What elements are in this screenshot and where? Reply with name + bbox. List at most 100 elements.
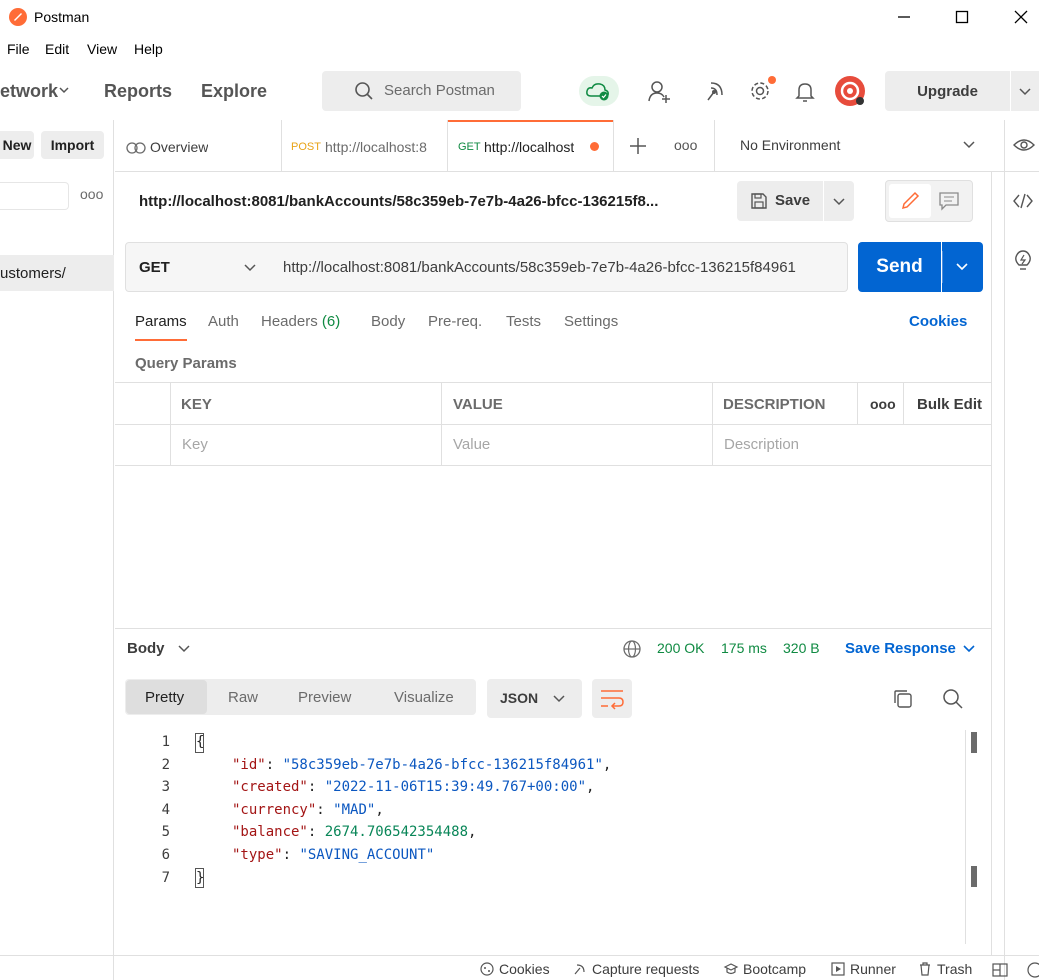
send-menu-button[interactable] [942,242,983,292]
tab-overview[interactable]: Overview [115,120,282,172]
tab-headers[interactable]: Headers (6) [261,313,340,330]
value-input[interactable]: Value [453,436,490,453]
statusbar-runner[interactable]: Runner [830,961,896,977]
tabs-more-icon[interactable]: ooo [674,137,697,153]
scrollbar[interactable] [965,730,966,944]
environment-select[interactable]: No Environment [740,137,840,153]
response-body-select[interactable]: Body [127,640,165,657]
description-input[interactable]: Description [724,436,799,453]
method-select[interactable]: GET [125,242,270,292]
maximize-icon[interactable] [951,6,973,28]
code-line: "created": "2022-11-06T15:39:49.767+00:0… [232,779,595,795]
comment-icon[interactable] [934,187,964,215]
menu-edit[interactable]: Edit [45,41,69,57]
divider [991,172,992,955]
code-icon[interactable] [1012,192,1034,210]
column-header-description: DESCRIPTION [723,396,826,413]
eye-icon[interactable] [1012,136,1036,154]
sidebar-filter-input[interactable] [0,182,69,210]
sidebar-item-label: ustomers/ [0,265,66,282]
json-key: "created" [232,779,308,795]
nav-network[interactable]: etwork [0,81,58,102]
scrollbar-thumb[interactable] [971,732,977,753]
menu-file[interactable]: File [7,41,30,57]
chevron-down-icon[interactable] [58,84,70,96]
chevron-down-icon[interactable] [177,642,191,656]
chevron-down-icon [243,261,257,275]
nav-reports[interactable]: Reports [104,81,172,102]
tab-prerequest[interactable]: Pre-req. [428,313,482,330]
tab-auth[interactable]: Auth [208,313,239,330]
response-status[interactable]: 200 OK [657,640,704,656]
save-icon [750,192,768,210]
sidebar-more-icon[interactable]: ooo [80,186,103,202]
wrap-lines-icon[interactable] [592,679,632,718]
bell-icon[interactable] [793,78,817,104]
import-button[interactable]: Import [41,131,104,159]
minimize-icon[interactable] [893,6,915,28]
lightbulb-icon[interactable] [1013,249,1033,273]
bulk-edit-button[interactable]: Bulk Edit [917,396,982,413]
nav-explore[interactable]: Explore [201,81,267,102]
globe-icon[interactable] [622,639,642,659]
response-size[interactable]: 320 B [783,640,820,656]
pencil-icon[interactable] [889,184,931,218]
menu-help[interactable]: Help [134,41,163,57]
two-pane-icon[interactable] [992,962,1008,978]
save-menu-button[interactable] [824,181,854,221]
active-tab-indicator [448,120,613,122]
scrollbar-thumb[interactable] [971,866,977,887]
tab-get-request[interactable]: GET http://localhost [448,120,614,172]
upgrade-button[interactable]: Upgrade [885,71,1010,111]
chevron-down-icon[interactable] [962,138,976,152]
avatar[interactable] [835,76,865,106]
invite-user-icon[interactable] [647,78,671,104]
statusbar-cookies[interactable]: Cookies [479,961,550,977]
tab-params[interactable]: Params [135,313,187,330]
response-time[interactable]: 175 ms [721,640,767,656]
tab-post-request[interactable]: POST http://localhost:8 [283,120,448,172]
satellite-icon[interactable] [703,78,727,104]
json-value: "SAVING_ACCOUNT" [299,847,435,863]
send-button[interactable]: Send [858,242,941,292]
statusbar-bootcamp[interactable]: Bootcamp [723,961,806,977]
json-key: "balance" [232,824,308,840]
tab-settings[interactable]: Settings [564,313,618,330]
json-value: "58c359eb-7e7b-4a26-bfcc-136215f84961" [282,757,603,773]
close-icon[interactable] [1010,6,1032,28]
tab-visualize[interactable]: Visualize [394,689,454,706]
upgrade-menu-button[interactable] [1011,71,1039,111]
request-title[interactable]: http://localhost:8081/bankAccounts/58c35… [139,193,658,210]
tab-raw[interactable]: Raw [228,689,258,706]
copy-icon[interactable] [891,687,915,711]
save-response-button[interactable]: Save Response [845,640,956,657]
response-divider[interactable] [115,628,991,629]
bootcamp-icon [723,963,739,975]
table-more-icon[interactable]: ooo [870,396,896,412]
chevron-down-icon[interactable] [962,642,976,656]
line-number: 2 [161,757,170,773]
runner-icon [831,962,845,976]
save-label: Save [775,192,811,209]
menu-view[interactable]: View [87,41,117,57]
tab-pretty-label[interactable]: Pretty [145,689,184,706]
sidebar-item-customers[interactable]: ustomers/ [0,255,114,291]
line-number: 3 [161,779,170,795]
new-button[interactable]: New [0,131,34,159]
sync-cloud-icon[interactable] [579,76,619,106]
statusbar-cookies-label: Cookies [499,961,550,977]
cookies-link[interactable]: Cookies [909,313,967,330]
url-input[interactable]: http://localhost:8081/bankAccounts/58c35… [269,242,848,292]
new-tab-plus-icon[interactable] [628,136,648,156]
key-input[interactable]: Key [182,436,208,453]
search-input[interactable]: Search Postman [322,71,521,111]
tab-body[interactable]: Body [371,313,405,330]
statusbar-capture[interactable]: Capture requests [572,961,699,977]
tab-tests[interactable]: Tests [506,313,541,330]
statusbar-trash[interactable]: Trash [917,961,972,977]
tab-preview[interactable]: Preview [298,689,351,706]
help-icon[interactable] [1027,962,1039,978]
format-select[interactable]: JSON [487,679,582,718]
search-icon[interactable] [941,687,965,711]
save-button[interactable]: Save [737,181,823,221]
